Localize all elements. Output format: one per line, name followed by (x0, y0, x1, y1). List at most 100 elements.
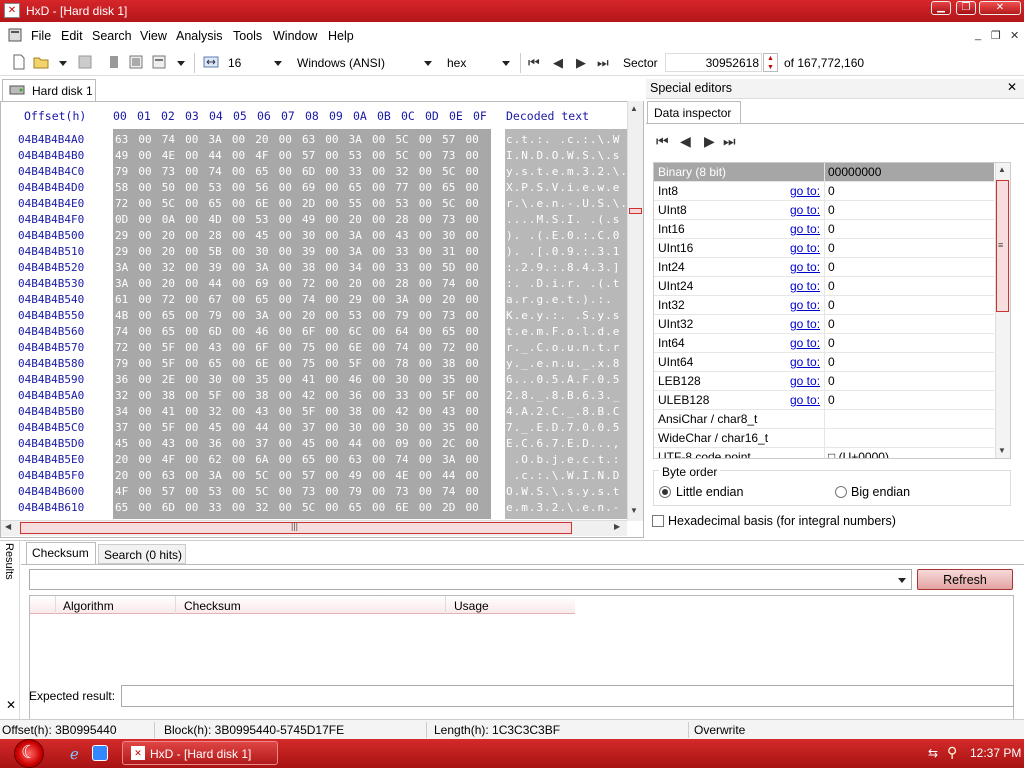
inspector-value[interactable]: 0 (828, 241, 835, 255)
chevron-down-icon[interactable] (274, 61, 282, 66)
hex-row[interactable]: 61 00 72 00 67 00 65 00 74 00 29 00 3A 0… (115, 293, 491, 306)
decoded-row[interactable]: :.2.9.:.8.4.3.] (506, 261, 620, 274)
decoded-row[interactable]: 2.8._.8.B.6.3._ (506, 389, 620, 402)
hex-row[interactable]: 79 00 73 00 74 00 65 00 6D 00 33 00 32 0… (115, 165, 491, 178)
big-endian-radio[interactable] (835, 486, 847, 498)
previous-sector-icon[interactable]: ◀ (553, 55, 563, 71)
row-offset[interactable]: 04B4B4B600 (18, 485, 84, 498)
hex-row[interactable]: 36 00 2E 00 30 00 35 00 41 00 46 00 30 0… (115, 373, 491, 386)
hex-row[interactable]: 34 00 41 00 32 00 43 00 5F 00 38 00 42 0… (115, 405, 491, 418)
inspector-row[interactable]: Int32 go to: 0 (654, 296, 994, 315)
inspector-value[interactable]: 0 (828, 203, 835, 217)
tab-data-inspector[interactable]: Data inspector (647, 101, 741, 123)
row-offset[interactable]: 04B4B4B5F0 (18, 469, 84, 482)
decoded-row[interactable]: 6...0.5.A.F.0.5 (506, 373, 620, 386)
inspector-value[interactable]: 0 (828, 279, 835, 293)
internet-explorer-icon[interactable]: ℯ (70, 745, 79, 763)
expected-result-input[interactable] (121, 685, 1014, 707)
inspector-value[interactable]: 0 (828, 336, 835, 350)
row-offset[interactable]: 04B4B4B4C0 (18, 165, 84, 178)
inspector-value[interactable]: 0 (828, 355, 835, 369)
inspector-row[interactable]: Int8 go to: 0 (654, 182, 994, 201)
decoded-row[interactable]: ). .[.0.9.:.3.1 (506, 245, 620, 258)
app-quicklaunch-icon[interactable] (92, 745, 108, 761)
row-offset[interactable]: 04B4B4B580 (18, 357, 84, 370)
tab-checksum[interactable]: Checksum (26, 542, 96, 564)
maximize-button[interactable]: ❐ (956, 1, 976, 15)
inspector-row[interactable]: WideChar / char16_t (654, 429, 994, 448)
row-offset[interactable]: 04B4B4B500 (18, 229, 84, 242)
decoded-row[interactable]: r.\.e.n.-.U.S.\. (506, 197, 628, 210)
row-offset[interactable]: 04B4B4B5A0 (18, 389, 84, 402)
network-icon[interactable]: ⇆ (928, 746, 938, 760)
go-to-link[interactable]: go to: (790, 336, 820, 350)
decoded-row[interactable]: r._.C.o.u.n.t.r (506, 341, 620, 354)
go-to-link[interactable]: go to: (790, 241, 820, 255)
row-offset[interactable]: 04B4B4B530 (18, 277, 84, 290)
hex-basis-checkbox[interactable] (652, 515, 664, 527)
decoded-row[interactable]: c.t.:. .c.:.\.W (506, 133, 620, 146)
inspector-value[interactable]: 0 (828, 374, 835, 388)
scroll-right-icon[interactable]: ▶ (614, 522, 620, 531)
hex-row[interactable]: 4F 00 57 00 53 00 5C 00 73 00 79 00 73 0… (115, 485, 491, 498)
decoded-row[interactable]: ....M.S.I. .(.s (506, 213, 620, 226)
title-bar[interactable]: ✕ HxD - [Hard disk 1] ▁ ❐ ✕ (0, 0, 1024, 22)
scroll-up-icon[interactable]: ▲ (630, 104, 638, 113)
hex-row[interactable]: 72 00 5F 00 43 00 6F 00 75 00 6E 00 74 0… (115, 341, 491, 354)
previous-icon[interactable]: ◀ (680, 133, 691, 150)
search-icon[interactable]: ⚲ (947, 744, 957, 761)
decoded-row[interactable]: I.N.D.O.W.S.\.s (506, 149, 620, 162)
menu-tools[interactable]: Tools (233, 29, 262, 43)
decoded-row[interactable]: K.e.y.:. .S.y.s (506, 309, 620, 322)
scroll-down-icon[interactable]: ▼ (998, 446, 1006, 455)
row-offset[interactable]: 04B4B4B540 (18, 293, 84, 306)
go-to-link[interactable]: go to: (790, 317, 820, 331)
data-inspector-grid[interactable]: Binary (8 bit) 00000000 Int8 go to: 0 UInt8 go… (653, 162, 1011, 459)
first-icon[interactable]: ⏮ (656, 133, 669, 150)
inspector-row[interactable]: AnsiChar / char8_t (654, 410, 994, 429)
menu-view[interactable]: View (140, 29, 167, 43)
go-to-link[interactable]: go to: (790, 279, 820, 293)
save-icon[interactable] (77, 54, 93, 70)
little-endian-radio[interactable] (659, 486, 671, 498)
row-offset[interactable]: 04B4B4B520 (18, 261, 84, 274)
inspector-value[interactable]: 0 (828, 393, 835, 407)
row-offset[interactable]: 04B4B4B550 (18, 309, 84, 322)
inspector-row[interactable]: UInt8 go to: 0 (654, 201, 994, 220)
hex-row[interactable]: 20 00 4F 00 62 00 6A 00 65 00 63 00 74 0… (115, 453, 491, 466)
row-offset[interactable]: 04B4B4B590 (18, 373, 84, 386)
hex-row[interactable]: 32 00 38 00 5F 00 38 00 42 00 36 00 33 0… (115, 389, 491, 402)
row-offset[interactable]: 04B4B4B5D0 (18, 437, 84, 450)
tab-search[interactable]: Search (0 hits) (98, 544, 186, 564)
sector-spinner[interactable]: ▲ ▼ (763, 53, 778, 72)
scroll-down-icon[interactable]: ▼ (630, 506, 638, 515)
inspector-row[interactable]: UTF-8 code point □ (U+0000) (654, 448, 994, 458)
last-icon[interactable]: ⏭ (723, 133, 736, 150)
row-offset[interactable]: 04B4B4B4D0 (18, 181, 84, 194)
open-dropdown-icon[interactable] (59, 61, 67, 66)
go-to-link[interactable]: go to: (790, 222, 820, 236)
properties-icon[interactable] (128, 54, 144, 70)
inspector-value[interactable]: 00000000 (828, 165, 881, 179)
inspector-row[interactable]: UInt24 go to: 0 (654, 277, 994, 296)
hex-row[interactable]: 72 00 5C 00 65 00 6E 00 2D 00 55 00 53 0… (115, 197, 491, 210)
decoded-row[interactable]: :. .D.i.r. .(.t (506, 277, 620, 290)
offset-base-select[interactable]: hex (447, 56, 466, 70)
mdi-minimize-icon[interactable]: _ (975, 29, 981, 41)
row-offset[interactable]: 04B4B4B510 (18, 245, 84, 258)
menu-file[interactable]: File (31, 29, 51, 43)
decoded-row[interactable]: t.e.m.F.o.l.d.e (506, 325, 620, 338)
menu-window[interactable]: Window (273, 29, 317, 43)
decoded-row[interactable]: X.P.S.V.i.e.w.e (506, 181, 620, 194)
hex-row[interactable]: 4B 00 65 00 79 00 3A 00 20 00 53 00 79 0… (115, 309, 491, 322)
decoded-row[interactable]: .c.:.\.W.I.N.D (506, 469, 620, 482)
go-to-link[interactable]: go to: (790, 374, 820, 388)
row-offset[interactable]: 04B4B4B5E0 (18, 453, 84, 466)
hex-row[interactable]: 74 00 65 00 6D 00 46 00 6F 00 6C 00 64 0… (115, 325, 491, 338)
inspector-row[interactable]: UInt64 go to: 0 (654, 353, 994, 372)
hex-row[interactable]: 29 00 20 00 28 00 45 00 30 00 3A 00 43 0… (115, 229, 491, 242)
inspector-row[interactable]: Int16 go to: 0 (654, 220, 994, 239)
chevron-down-icon[interactable] (424, 61, 432, 66)
row-offset[interactable]: 04B4B4B5C0 (18, 421, 84, 434)
inspector-row[interactable]: LEB128 go to: 0 (654, 372, 994, 391)
